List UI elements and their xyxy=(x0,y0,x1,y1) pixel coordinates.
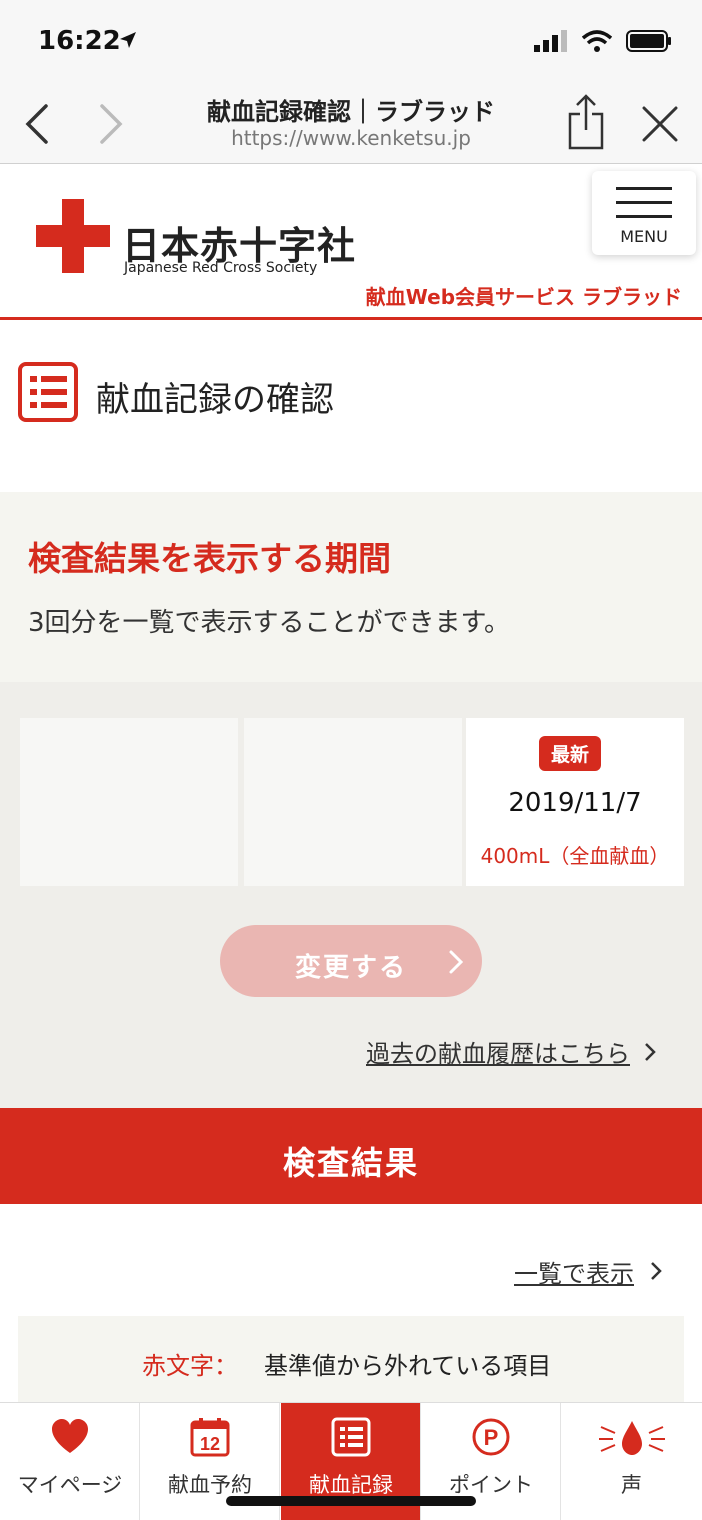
record-volume: 400mL（全血献血） xyxy=(480,844,670,868)
hamburger-icon xyxy=(616,187,672,218)
record-slot-empty-1 xyxy=(20,718,238,886)
calendar-day: 12 xyxy=(200,1434,220,1454)
wifi-icon xyxy=(582,30,612,52)
tab-voice[interactable]: 声 xyxy=(561,1403,702,1520)
legend-key: 赤文字： xyxy=(142,1352,238,1380)
chevron-right-icon xyxy=(651,1262,662,1280)
battery-icon xyxy=(626,30,671,52)
home-indicator xyxy=(226,1496,476,1506)
status-time: 16:22 xyxy=(38,26,121,56)
point-icon: P xyxy=(472,1418,510,1456)
section-header: 献血記録の確認 xyxy=(0,320,702,492)
record-date: 2019/11/7 xyxy=(508,788,642,818)
status-bar: 16:22 xyxy=(0,0,702,86)
chevron-right-icon xyxy=(645,1043,656,1061)
site-header: 日本赤十字社 Japanese Red Cross Society MENU 献… xyxy=(0,165,702,320)
results-title: 検査結果 xyxy=(282,1144,419,1182)
period-info: 検査結果を表示する期間 3回分を一覧で表示することができます。 xyxy=(0,492,702,682)
heart-icon xyxy=(52,1419,88,1453)
latest-badge: 最新 xyxy=(539,736,602,771)
period-heading: 検査結果を表示する期間 xyxy=(28,539,391,578)
results-header: 検査結果 xyxy=(0,1108,702,1204)
menu-label: MENU xyxy=(620,227,668,246)
share-icon[interactable] xyxy=(566,94,606,150)
legend-box: 赤文字： 基準値から外れている項目 xyxy=(18,1316,684,1406)
service-name: 献血Web会員サービス ラブラッド xyxy=(365,285,682,309)
change-button-label: 変更する xyxy=(294,953,407,983)
page-title: 献血記録の確認 xyxy=(96,380,334,420)
blood-drop-icon xyxy=(599,1421,665,1455)
tab-label: マイページ xyxy=(17,1473,123,1497)
tab-label: 声 xyxy=(621,1473,642,1497)
status-icons xyxy=(534,30,672,52)
red-cross-logo-icon xyxy=(36,199,110,273)
legend-value: 基準値から外れている項目 xyxy=(264,1352,552,1380)
browser-bar: 献血記録確認｜ラブラッド https://www.kenketsu.jp xyxy=(0,86,702,164)
chevron-right-icon xyxy=(449,950,464,974)
tab-label: 献血記録 xyxy=(309,1473,393,1497)
calendar-icon: 12 xyxy=(190,1418,230,1457)
tab-label: ポイント xyxy=(449,1473,533,1497)
list-view-link[interactable]: 一覧で表示 xyxy=(514,1254,634,1289)
history-link[interactable]: 過去の献血履歴はこちら xyxy=(366,1034,630,1069)
tab-label: 献血予約 xyxy=(168,1473,252,1497)
close-icon[interactable] xyxy=(640,104,680,144)
tab-mypage[interactable]: マイページ xyxy=(0,1403,140,1520)
signal-icon xyxy=(534,30,567,52)
logo-text-en: Japanese Red Cross Society xyxy=(124,260,318,276)
point-letter: P xyxy=(484,1425,499,1450)
record-slot-empty-2 xyxy=(244,718,462,886)
menu-button[interactable]: MENU xyxy=(592,171,696,255)
location-arrow-icon xyxy=(120,32,136,48)
record-slot-latest[interactable]: 最新 2019/11/7 400mL（全血献血） xyxy=(466,718,684,886)
record-list-icon xyxy=(18,362,78,422)
period-description: 3回分を一覧で表示することができます。 xyxy=(28,608,510,638)
list-icon xyxy=(331,1417,371,1457)
records-area: 最新 2019/11/7 400mL（全血献血） 変更する 過去の献血履歴はこち… xyxy=(0,682,702,1108)
change-button[interactable]: 変更する xyxy=(220,925,482,997)
